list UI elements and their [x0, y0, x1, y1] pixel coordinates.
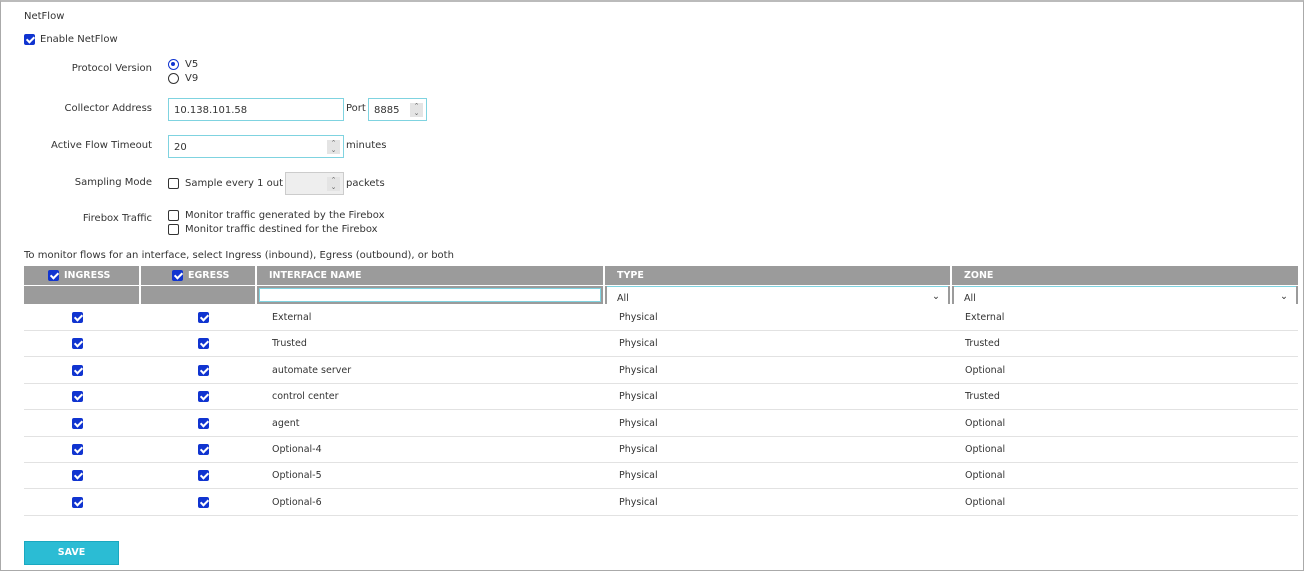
interface-zone: Optional: [965, 417, 1006, 429]
ingress-checkbox[interactable]: [72, 417, 83, 429]
header-label: EGRESS: [188, 270, 230, 281]
interface-zone: External: [965, 312, 1005, 323]
ingress-checkbox[interactable]: [72, 364, 83, 376]
chevron-down-icon: ⌄: [932, 291, 940, 302]
filter-egress: [141, 286, 255, 304]
filter-type-select[interactable]: All ⌄: [607, 286, 948, 304]
interface-zone: Optional: [965, 496, 1006, 508]
table-row: External Physical External: [24, 305, 1298, 331]
firebox-traffic-label: Firebox Traffic: [82, 213, 152, 224]
port-value: 8885: [374, 105, 400, 116]
egress-checkbox[interactable]: [198, 496, 209, 508]
egress-checkbox[interactable]: [198, 470, 209, 482]
monitor-generated-checkbox[interactable]: [168, 210, 179, 221]
interface-name: automate server: [272, 364, 352, 376]
table-row: automate server Physical Optional: [24, 358, 1298, 384]
interface-name: Optional-5: [272, 470, 322, 482]
interface-name: agent: [272, 417, 300, 429]
sampling-mode-label: Sampling Mode: [74, 177, 152, 188]
interface-name: External: [272, 312, 312, 323]
spinner-icon[interactable]: ⌃ ⌄: [327, 140, 340, 154]
spinner-icon[interactable]: ⌃ ⌄: [410, 103, 423, 117]
enable-netflow-label: Enable NetFlow: [40, 34, 118, 45]
egress-checkbox[interactable]: [198, 417, 209, 429]
protocol-version-label: Protocol Version: [71, 63, 152, 74]
table-row: agent Physical Optional: [24, 411, 1298, 437]
monitor-destined-label: Monitor traffic destined for the Firebox: [185, 224, 378, 235]
filter-zone-value: All: [964, 293, 976, 304]
interface-type: Physical: [619, 417, 658, 429]
collector-address-input[interactable]: 10.138.101.58: [168, 98, 344, 121]
egress-checkbox[interactable]: [198, 338, 209, 350]
interface-type: Physical: [619, 444, 658, 455]
interface-type: Physical: [619, 496, 658, 508]
header-ingress[interactable]: INGRESS: [24, 266, 139, 285]
sampling-checkbox[interactable]: [168, 178, 179, 189]
port-input[interactable]: 8885 ⌃ ⌄: [368, 98, 427, 121]
timeout-value: 20: [174, 142, 187, 153]
interface-type: Physical: [619, 364, 658, 376]
sampling-unit: packets: [346, 178, 385, 189]
interface-name: control center: [272, 391, 339, 403]
enable-netflow-checkbox[interactable]: [24, 34, 35, 45]
egress-checkbox[interactable]: [198, 312, 209, 323]
timeout-label: Active Flow Timeout: [51, 140, 152, 151]
interface-type: Physical: [619, 338, 658, 350]
interface-type: Physical: [619, 470, 658, 482]
table-row: Optional-5 Physical Optional: [24, 463, 1298, 490]
filter-ingress: [24, 286, 139, 304]
interface-name: Trusted: [272, 338, 307, 350]
timeout-input[interactable]: 20 ⌃ ⌄: [168, 135, 344, 158]
interface-zone: Optional: [965, 444, 1006, 455]
table-row: Trusted Physical Trusted: [24, 331, 1298, 358]
radio-v5-label: V5: [185, 59, 199, 70]
filter-name-cell: [257, 286, 603, 304]
ingress-checkbox[interactable]: [72, 496, 83, 508]
header-zone[interactable]: ZONE: [952, 266, 1298, 285]
header-label: INGRESS: [64, 270, 111, 281]
sampling-text: Sample every 1 out of: [185, 178, 296, 189]
egress-all-checkbox[interactable]: [172, 270, 183, 281]
sampling-input[interactable]: ⌃ ⌄: [285, 172, 344, 195]
radio-v9[interactable]: [168, 73, 179, 84]
header-egress[interactable]: EGRESS: [141, 266, 255, 285]
monitor-destined-checkbox[interactable]: [168, 224, 179, 235]
port-label: Port: [346, 103, 366, 114]
ingress-checkbox[interactable]: [72, 391, 83, 403]
save-button[interactable]: SAVE: [24, 541, 119, 565]
spinner-icon: ⌃ ⌄: [327, 177, 340, 191]
egress-checkbox[interactable]: [198, 364, 209, 376]
filter-zone-select[interactable]: All ⌄: [954, 286, 1296, 304]
filter-name-input[interactable]: [259, 288, 601, 302]
radio-v9-label: V9: [185, 73, 199, 84]
table-hint: To monitor flows for an interface, selec…: [24, 250, 454, 261]
interface-type: Physical: [619, 312, 658, 323]
table-row: Optional-4 Physical Optional: [24, 437, 1298, 463]
radio-v5[interactable]: [168, 59, 179, 70]
interface-zone: Optional: [965, 364, 1006, 376]
interface-name: Optional-4: [272, 444, 322, 455]
ingress-checkbox[interactable]: [72, 444, 83, 455]
egress-checkbox[interactable]: [198, 391, 209, 403]
timeout-unit: minutes: [346, 140, 387, 151]
interface-name: Optional-6: [272, 496, 322, 508]
egress-checkbox[interactable]: [198, 444, 209, 455]
ingress-all-checkbox[interactable]: [48, 270, 59, 281]
interface-type: Physical: [619, 391, 658, 403]
header-type[interactable]: TYPE: [605, 266, 950, 285]
filter-type-value: All: [617, 293, 629, 304]
chevron-down-icon: ⌄: [1280, 291, 1288, 302]
table-row: control center Physical Trusted: [24, 384, 1298, 411]
interface-zone: Optional: [965, 470, 1006, 482]
ingress-checkbox[interactable]: [72, 338, 83, 350]
ingress-checkbox[interactable]: [72, 470, 83, 482]
interface-zone: Trusted: [965, 338, 1000, 350]
section-title: NetFlow: [24, 11, 65, 22]
interface-zone: Trusted: [965, 391, 1000, 403]
collector-address-label: Collector Address: [64, 103, 152, 114]
header-interface-name[interactable]: INTERFACE NAME: [257, 266, 603, 285]
table-row: Optional-6 Physical Optional: [24, 490, 1298, 516]
monitor-generated-label: Monitor traffic generated by the Firebox: [185, 210, 385, 221]
ingress-checkbox[interactable]: [72, 312, 83, 323]
